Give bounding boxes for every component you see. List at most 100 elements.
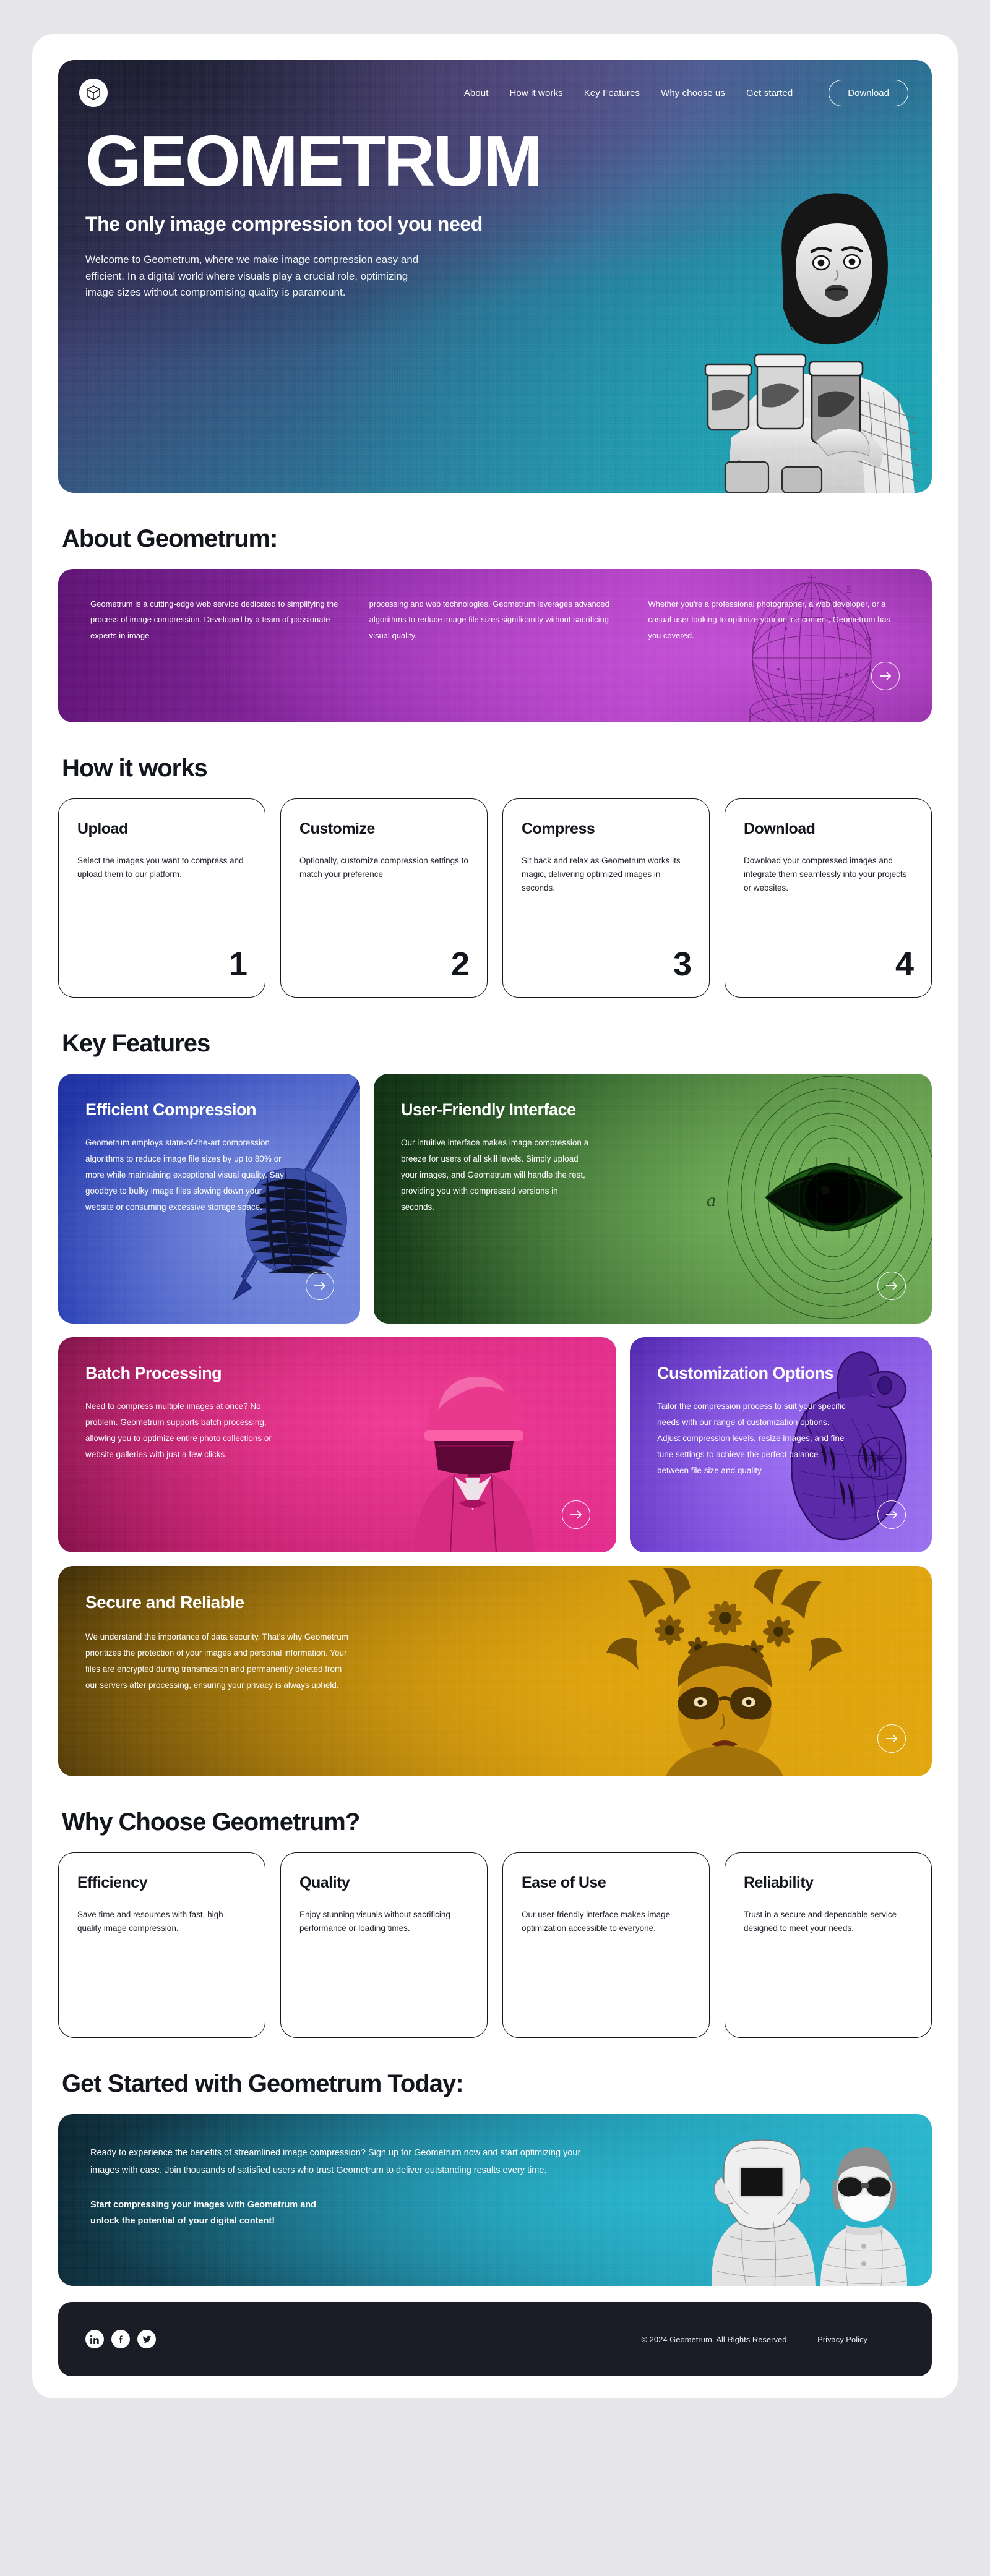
step-card-upload: Upload Select the images you want to com…	[58, 798, 265, 998]
feature-content: Efficient Compression Geometrum employs …	[85, 1100, 290, 1215]
about-column-2: processing and web technologies, Geometr…	[369, 599, 609, 640]
nav-link-how-it-works[interactable]: How it works	[509, 88, 562, 98]
arrow-right-icon	[880, 672, 892, 680]
step-card-compress: Compress Sit back and relax as Geometrum…	[502, 798, 710, 998]
why-choose-heading: Why Choose Geometrum?	[62, 1808, 360, 1836]
arrow-right-icon	[570, 1510, 582, 1519]
why-card-text: Save time and resources with fast, high-…	[77, 1910, 226, 1933]
privacy-policy-link[interactable]: Privacy Policy	[817, 2335, 867, 2344]
main-navigation: About How it works Key Features Why choo…	[58, 60, 932, 107]
step-text: Download your compressed images and inte…	[744, 856, 907, 892]
facebook-icon[interactable]	[111, 2330, 130, 2348]
cta-card: Ready to experience the benefits of stre…	[58, 2114, 932, 2286]
step-text: Sit back and relax as Geometrum works it…	[522, 856, 681, 892]
linkedin-glyph	[90, 2335, 99, 2344]
download-button[interactable]: Download	[829, 79, 908, 106]
arrow-right-icon	[886, 1734, 898, 1743]
feature-content: Batch Processing Need to compress multip…	[85, 1363, 290, 1463]
feature-text: Our intuitive interface makes image comp…	[401, 1137, 589, 1212]
about-column-3: Whether you're a professional photograph…	[648, 599, 890, 640]
arrow-right-icon	[886, 1510, 898, 1519]
cube-logo-icon[interactable]	[79, 79, 108, 107]
hero-title: GEOMETRUM	[85, 121, 543, 201]
feature-card-batch-processing: Batch Processing Need to compress multip…	[58, 1337, 616, 1552]
nav-link-key-features[interactable]: Key Features	[584, 88, 640, 98]
step-number: 4	[895, 946, 914, 983]
why-card-ease-of-use: Ease of Use Our user-friendly interface …	[502, 1852, 710, 2038]
feature-text: Need to compress multiple images at once…	[85, 1401, 272, 1459]
feature-text: We understand the importance of data sec…	[85, 1632, 349, 1690]
about-column-1: Geometrum is a cutting-edge web service …	[90, 599, 338, 640]
feature-arrow-button[interactable]	[877, 1500, 906, 1529]
twitter-icon[interactable]	[137, 2330, 156, 2348]
page-container: About How it works Key Features Why choo…	[32, 34, 958, 2398]
nav-link-why-choose-us[interactable]: Why choose us	[661, 88, 725, 98]
cube-glyph	[87, 85, 100, 100]
social-links	[85, 2330, 156, 2348]
feature-arrow-button[interactable]	[306, 1272, 334, 1300]
feature-title: Secure and Reliable	[85, 1593, 244, 1612]
arrow-right-icon	[886, 1282, 898, 1290]
step-text: Select the images you want to compress a…	[77, 856, 244, 879]
about-card: E A Geometrum is a cutting-edge web serv…	[58, 569, 932, 722]
key-features-row-3: Secure and Reliable We understand the im…	[58, 1566, 932, 1776]
why-card-reliability: Reliability Trust in a secure and depend…	[725, 1852, 932, 2038]
feature-content: Secure and Reliable We understand the im…	[85, 1592, 351, 1693]
key-features-row-1: Efficient Compression Geometrum employs …	[58, 1074, 932, 1324]
step-card-customize: Customize Optionally, customize compress…	[280, 798, 488, 998]
about-columns: Geometrum is a cutting-edge web service …	[58, 569, 932, 670]
nav-link-get-started[interactable]: Get started	[746, 88, 793, 98]
step-number: 2	[450, 946, 470, 983]
feature-arrow-button[interactable]	[877, 1724, 906, 1753]
nav-links: About How it works Key Features Why choo…	[464, 79, 908, 106]
feature-content: Customization Options Tailor the compres…	[657, 1363, 849, 1478]
hero-body: GEOMETRUM The only image compression too…	[58, 107, 932, 301]
feature-text: Geometrum employs state-of-the-art compr…	[85, 1137, 284, 1212]
feature-content: User-Friendly Interface Our intuitive in…	[401, 1100, 593, 1215]
about-arrow-button[interactable]	[871, 662, 900, 690]
feature-title: Efficient Compression	[85, 1100, 257, 1119]
feature-text: Tailor the compression process to suit y…	[657, 1401, 847, 1475]
hero-paragraph: Welcome to Geometrum, where we make imag…	[85, 253, 419, 299]
how-it-works-steps: Upload Select the images you want to com…	[58, 798, 932, 998]
feature-card-efficient-compression: Efficient Compression Geometrum employs …	[58, 1074, 360, 1324]
why-card-text: Enjoy stunning visuals without sacrifici…	[299, 1910, 450, 1933]
masked-woman-flowers-illustration	[606, 1568, 843, 1776]
why-card-title: Efficiency	[77, 1874, 148, 1891]
why-card-text: Trust in a secure and dependable service…	[744, 1910, 897, 1933]
feature-title: Customization Options	[657, 1364, 833, 1382]
arrow-right-icon	[314, 1282, 326, 1290]
twitter-glyph	[142, 2335, 151, 2343]
step-title: Upload	[77, 820, 128, 837]
step-title: Customize	[299, 820, 375, 837]
feature-title: Batch Processing	[85, 1364, 222, 1382]
nav-link-about[interactable]: About	[464, 88, 489, 98]
linkedin-icon[interactable]	[85, 2330, 104, 2348]
step-title: Download	[744, 820, 816, 837]
cta-strong-block: Start compressing your images with Geome…	[90, 2197, 583, 2230]
how-it-works-heading: How it works	[62, 755, 208, 782]
feature-card-secure-and-reliable: Secure and Reliable We understand the im…	[58, 1566, 932, 1776]
why-card-efficiency: Efficiency Save time and resources with …	[58, 1852, 265, 2038]
cta-heading: Get Started with Geometrum Today:	[62, 2070, 464, 2097]
why-card-title: Ease of Use	[522, 1874, 606, 1891]
why-card-text: Our user-friendly interface makes image …	[522, 1910, 671, 1933]
feature-arrow-button[interactable]	[877, 1272, 906, 1300]
feature-title: User-Friendly Interface	[401, 1100, 576, 1119]
protective-suits-illustration	[711, 2139, 907, 2286]
step-text: Optionally, customize compression settin…	[299, 856, 468, 879]
cta-strong-line-2: unlock the potential of your digital con…	[90, 2216, 275, 2227]
feature-card-customization-options: Customization Options Tailor the compres…	[630, 1337, 932, 1552]
cta-strong-line-1: Start compressing your images with Geome…	[90, 2199, 316, 2210]
why-card-quality: Quality Enjoy stunning visuals without s…	[280, 1852, 488, 2038]
step-title: Compress	[522, 820, 595, 837]
site-footer: © 2024 Geometrum. All Rights Reserved. P…	[58, 2302, 932, 2376]
cta-paragraph: Ready to experience the benefits of stre…	[90, 2148, 581, 2175]
feature-arrow-button[interactable]	[562, 1500, 590, 1529]
step-number: 3	[673, 946, 692, 983]
facebook-glyph	[119, 2335, 123, 2343]
step-number: 1	[228, 946, 248, 983]
svg-text:a: a	[707, 1190, 716, 1210]
key-features-row-2: Batch Processing Need to compress multip…	[58, 1337, 932, 1552]
about-heading: About Geometrum:	[62, 525, 278, 552]
